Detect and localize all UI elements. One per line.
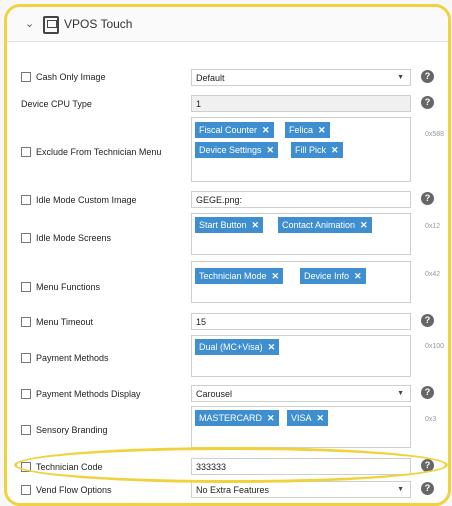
label-idle-mode-screens[interactable]: Idle Mode Screens (21, 233, 111, 243)
bitmask-value: 0x42 (425, 271, 441, 278)
remove-icon[interactable]: ✕ (354, 271, 362, 281)
tag-device-info[interactable]: Device Info ✕ (300, 268, 366, 284)
remove-icon[interactable]: ✕ (317, 413, 325, 423)
remove-icon[interactable]: ✕ (360, 220, 368, 230)
dropdown-caret-icon: ▼ (397, 390, 404, 397)
device-icon (43, 16, 59, 34)
payment-methods-multiselect[interactable]: Dual (MC+Visa) ✕ (191, 335, 411, 377)
remove-icon[interactable]: ✕ (252, 220, 260, 230)
checkbox[interactable] (21, 72, 31, 82)
bitmask-value: 0x3 (425, 416, 437, 423)
technician-code-highlight (14, 447, 448, 483)
tag-felica[interactable]: Felica ✕ (285, 122, 330, 138)
tag-dual-mc-visa[interactable]: Dual (MC+Visa) ✕ (195, 339, 280, 355)
idle-mode-custom-image-input[interactable]: GEGE.png: (191, 191, 411, 208)
payment-methods-display-select[interactable]: Carousel ▼ (191, 385, 411, 402)
label-vend-flow-options[interactable]: Vend Flow Options (21, 485, 112, 495)
label-idle-mode-custom-image[interactable]: Idle Mode Custom Image (21, 195, 137, 205)
checkbox[interactable] (21, 317, 31, 327)
bitmask-value: 0x588 (425, 131, 445, 138)
help-icon[interactable]: ? (421, 192, 434, 205)
checkbox[interactable] (21, 233, 31, 243)
checkbox[interactable] (21, 353, 31, 363)
label-menu-functions[interactable]: Menu Functions (21, 282, 100, 292)
help-icon[interactable]: ? (421, 96, 434, 109)
tag-contact-animation[interactable]: Contact Animation ✕ (278, 217, 372, 233)
checkbox[interactable] (21, 389, 31, 399)
chevron-down-icon[interactable]: ⌄ (25, 17, 34, 30)
tag-technician-mode[interactable]: Technician Mode ✕ (195, 268, 284, 284)
sensory-branding-multiselect[interactable]: MASTERCARD ✕ VISA ✕ (191, 406, 411, 448)
checkbox[interactable] (21, 147, 31, 157)
help-icon[interactable]: ? (421, 386, 434, 399)
checkbox[interactable] (21, 425, 31, 435)
menu-functions-multiselect[interactable]: Technician Mode ✕ Device Info ✕ (191, 261, 411, 303)
panel-header[interactable]: ⌄ VPOS Touch (7, 7, 448, 42)
device-cpu-type-field: 1 (191, 95, 411, 112)
remove-icon[interactable]: ✕ (267, 413, 275, 423)
dropdown-caret-icon: ▼ (397, 74, 404, 81)
menu-timeout-input[interactable]: 15 (191, 313, 411, 330)
label-cash-only-image[interactable]: Cash Only Image (21, 72, 106, 82)
vend-flow-options-select[interactable]: No Extra Features ▼ (191, 481, 411, 498)
label-payment-methods[interactable]: Payment Methods (21, 353, 109, 363)
bitmask-value: 0x12 (425, 223, 441, 230)
bitmask-value: 0x100 (425, 343, 445, 350)
checkbox[interactable] (21, 195, 31, 205)
dropdown-caret-icon: ▼ (397, 486, 404, 493)
vpos-touch-panel: ⌄ VPOS Touch Cash Only Image Default ▼ ? … (4, 4, 451, 506)
tag-visa[interactable]: VISA ✕ (287, 410, 329, 426)
tag-start-button[interactable]: Start Button ✕ (195, 217, 264, 233)
tag-mastercard[interactable]: MASTERCARD ✕ (195, 410, 279, 426)
panel-title: VPOS Touch (64, 17, 133, 31)
checkbox[interactable] (21, 485, 31, 495)
label-payment-methods-display[interactable]: Payment Methods Display (21, 389, 141, 399)
remove-icon[interactable]: ✕ (272, 271, 280, 281)
exclude-from-technician-menu-multiselect[interactable]: Fiscal Counter ✕ Felica ✕ Device Settings ✕… (191, 117, 411, 182)
remove-icon[interactable]: ✕ (262, 125, 270, 135)
tag-fiscal-counter[interactable]: Fiscal Counter ✕ (195, 122, 274, 138)
idle-mode-screens-multiselect[interactable]: Start Button ✕ Contact Animation ✕ (191, 213, 411, 255)
label-sensory-branding[interactable]: Sensory Branding (21, 425, 108, 435)
remove-icon[interactable]: ✕ (331, 145, 339, 155)
label-exclude-from-technician-menu[interactable]: Exclude From Technician Menu (21, 147, 161, 157)
label-menu-timeout[interactable]: Menu Timeout (21, 317, 93, 327)
checkbox[interactable] (21, 282, 31, 292)
remove-icon[interactable]: ✕ (318, 125, 326, 135)
label-device-cpu-type: Device CPU Type (21, 99, 92, 109)
cash-only-image-select[interactable]: Default ▼ (191, 69, 411, 86)
help-icon[interactable]: ? (421, 314, 434, 327)
tag-fill-pick[interactable]: Fill Pick ✕ (291, 142, 343, 158)
remove-icon[interactable]: ✕ (268, 342, 276, 352)
remove-icon[interactable]: ✕ (267, 145, 275, 155)
tag-device-settings[interactable]: Device Settings ✕ (195, 142, 279, 158)
help-icon[interactable]: ? (421, 70, 434, 83)
help-icon[interactable]: ? (421, 482, 434, 495)
